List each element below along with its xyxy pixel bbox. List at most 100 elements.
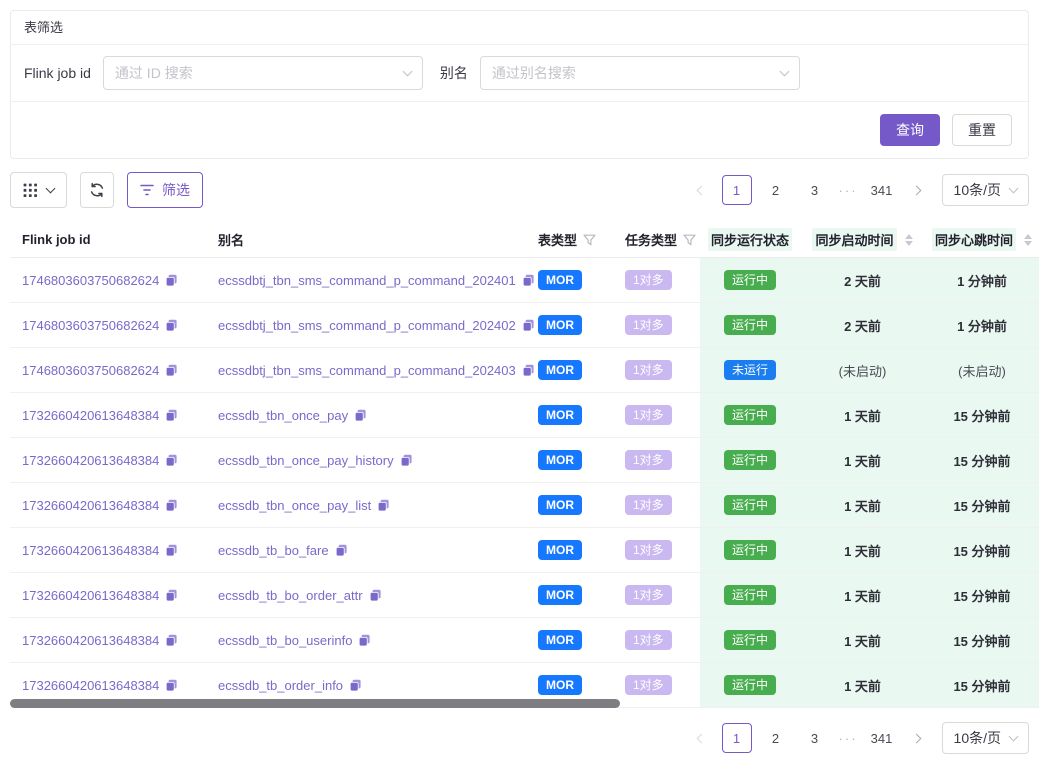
copy-icon[interactable] <box>165 274 178 287</box>
table-type-cell: MOR <box>530 528 617 572</box>
flink-job-id-link[interactable]: 1732660420613648384 <box>22 453 159 468</box>
sync-start-time-cell: 1 天前 <box>800 393 925 437</box>
filter-lines-icon <box>140 184 154 196</box>
page-button-1[interactable]: 1 <box>722 175 752 205</box>
alias-link[interactable]: ecssdbtj_tbn_sms_command_p_command_20240… <box>218 363 516 378</box>
sync-heartbeat-time-cell: 15 分钟前 <box>925 528 1039 572</box>
copy-icon[interactable] <box>165 544 178 557</box>
page-button-last[interactable]: 341 <box>867 175 897 205</box>
flink-job-id-cell: 1732660420613648384 <box>10 528 218 572</box>
sync-heartbeat-time-cell: 1 分钟前 <box>925 258 1039 302</box>
page-size-select[interactable]: 10条/页 <box>942 174 1029 206</box>
page-size-select[interactable]: 10条/页 <box>942 722 1029 754</box>
page-size-value: 10条/页 <box>954 728 1001 748</box>
next-page-button[interactable] <box>906 175 928 205</box>
filter-funnel-icon[interactable] <box>683 234 696 246</box>
table-row: 1732660420613648384 ecssdb_tb_bo_userinf… <box>10 618 1039 663</box>
flink-job-id-cell: 1746803603750682624 <box>10 258 218 302</box>
table-type-cell: MOR <box>530 573 617 617</box>
copy-icon[interactable] <box>369 589 382 602</box>
sync-run-status-cell: 运行中 <box>700 483 800 527</box>
flink-job-id-cell: 1732660420613648384 <box>10 618 218 662</box>
flink-job-id-link[interactable]: 1746803603750682624 <box>22 318 159 333</box>
flink-job-id-link[interactable]: 1732660420613648384 <box>22 408 159 423</box>
alias-link[interactable]: ecssdb_tb_order_info <box>218 678 343 693</box>
copy-icon[interactable] <box>354 409 367 422</box>
page-ellipsis[interactable]: ··· <box>839 183 858 198</box>
flink-job-id-link[interactable]: 1732660420613648384 <box>22 543 159 558</box>
flink-job-id-link[interactable]: 1732660420613648384 <box>22 498 159 513</box>
status-badge: 运行中 <box>724 270 776 290</box>
sync-start-time-cell: 2 天前 <box>800 258 925 302</box>
page-button-2[interactable]: 2 <box>761 175 791 205</box>
filter-toggle-button[interactable]: 筛选 <box>127 172 203 208</box>
flink-job-id-link[interactable]: 1732660420613648384 <box>22 633 159 648</box>
alias-select[interactable]: 通过别名搜索 <box>480 56 800 90</box>
sorter-icon[interactable] <box>905 234 913 246</box>
sync-run-status-cell: 未运行 <box>700 348 800 392</box>
table-row: 1746803603750682624 ecssdbtj_tbn_sms_com… <box>10 258 1039 303</box>
copy-icon[interactable] <box>165 589 178 602</box>
page-button-3[interactable]: 3 <box>800 175 830 205</box>
column-header-sync-run-status: 同步运行状态 <box>700 222 800 257</box>
copy-icon[interactable] <box>165 634 178 647</box>
copy-icon[interactable] <box>165 319 178 332</box>
flink-job-id-link[interactable]: 1732660420613648384 <box>22 588 159 603</box>
alias-link[interactable]: ecssdb_tb_bo_userinfo <box>218 633 352 648</box>
heartbeat-time-value: 15 分钟前 <box>953 496 1010 515</box>
copy-icon[interactable] <box>377 499 390 512</box>
page-ellipsis[interactable]: ··· <box>839 731 858 746</box>
chevron-down-icon <box>402 66 412 76</box>
flink-job-id-cell: 1732660420613648384 <box>10 573 218 617</box>
copy-icon[interactable] <box>335 544 348 557</box>
flink-job-id-link[interactable]: 1746803603750682624 <box>22 363 159 378</box>
task-type-cell: 1对多 <box>617 303 700 347</box>
table-type-badge: MOR <box>538 450 582 470</box>
start-time-value: 1 天前 <box>844 676 881 695</box>
horizontal-scrollbar-thumb[interactable] <box>10 699 620 708</box>
sync-start-time-cell: 2 天前 <box>800 303 925 347</box>
alias-link[interactable]: ecssdb_tbn_once_pay <box>218 408 348 423</box>
table-type-cell: MOR <box>530 438 617 482</box>
copy-icon[interactable] <box>165 499 178 512</box>
query-button[interactable]: 查询 <box>880 114 940 146</box>
sync-heartbeat-time-cell: 15 分钟前 <box>925 573 1039 617</box>
page-button-2[interactable]: 2 <box>761 723 791 753</box>
flink-job-id-link[interactable]: 1746803603750682624 <box>22 273 159 288</box>
column-header-sync-heartbeat-time: 同步心跳时间 <box>925 222 1039 257</box>
copy-icon[interactable] <box>400 454 413 467</box>
copy-icon[interactable] <box>349 679 362 692</box>
copy-icon[interactable] <box>358 634 371 647</box>
alias-link[interactable]: ecssdb_tb_bo_fare <box>218 543 329 558</box>
prev-page-button[interactable] <box>691 175 713 205</box>
refresh-button[interactable] <box>80 172 114 208</box>
alias-cell: ecssdbtj_tbn_sms_command_p_command_20240… <box>218 348 530 392</box>
sorter-icon[interactable] <box>1024 234 1032 246</box>
start-time-value: (未启动) <box>839 361 887 380</box>
copy-icon[interactable] <box>165 454 178 467</box>
alias-link[interactable]: ecssdb_tb_bo_order_attr <box>218 588 363 603</box>
sync-heartbeat-time-cell: 15 分钟前 <box>925 483 1039 527</box>
filter-funnel-icon[interactable] <box>583 234 596 246</box>
reset-button[interactable]: 重置 <box>952 114 1012 146</box>
copy-icon[interactable] <box>165 364 178 377</box>
sync-start-time-cell: 1 天前 <box>800 528 925 572</box>
next-page-button[interactable] <box>906 723 928 753</box>
alias-link[interactable]: ecssdbtj_tbn_sms_command_p_command_20240… <box>218 318 516 333</box>
page-button-1[interactable]: 1 <box>722 723 752 753</box>
flink-job-id-link[interactable]: 1732660420613648384 <box>22 678 159 693</box>
table-type-cell: MOR <box>530 618 617 662</box>
column-settings-button[interactable] <box>10 172 67 208</box>
page-button-last[interactable]: 341 <box>867 723 897 753</box>
alias-link[interactable]: ecssdb_tbn_once_pay_list <box>218 498 371 513</box>
alias-link[interactable]: ecssdb_tbn_once_pay_history <box>218 453 394 468</box>
flink-job-id-select[interactable]: 通过 ID 搜索 <box>103 56 423 90</box>
flink-job-id-cell: 1746803603750682624 <box>10 348 218 392</box>
copy-icon[interactable] <box>165 409 178 422</box>
alias-link[interactable]: ecssdbtj_tbn_sms_command_p_command_20240… <box>218 273 516 288</box>
table-type-badge: MOR <box>538 360 582 380</box>
page-button-3[interactable]: 3 <box>800 723 830 753</box>
page-size-value: 10条/页 <box>954 180 1001 200</box>
copy-icon[interactable] <box>165 679 178 692</box>
prev-page-button[interactable] <box>691 723 713 753</box>
